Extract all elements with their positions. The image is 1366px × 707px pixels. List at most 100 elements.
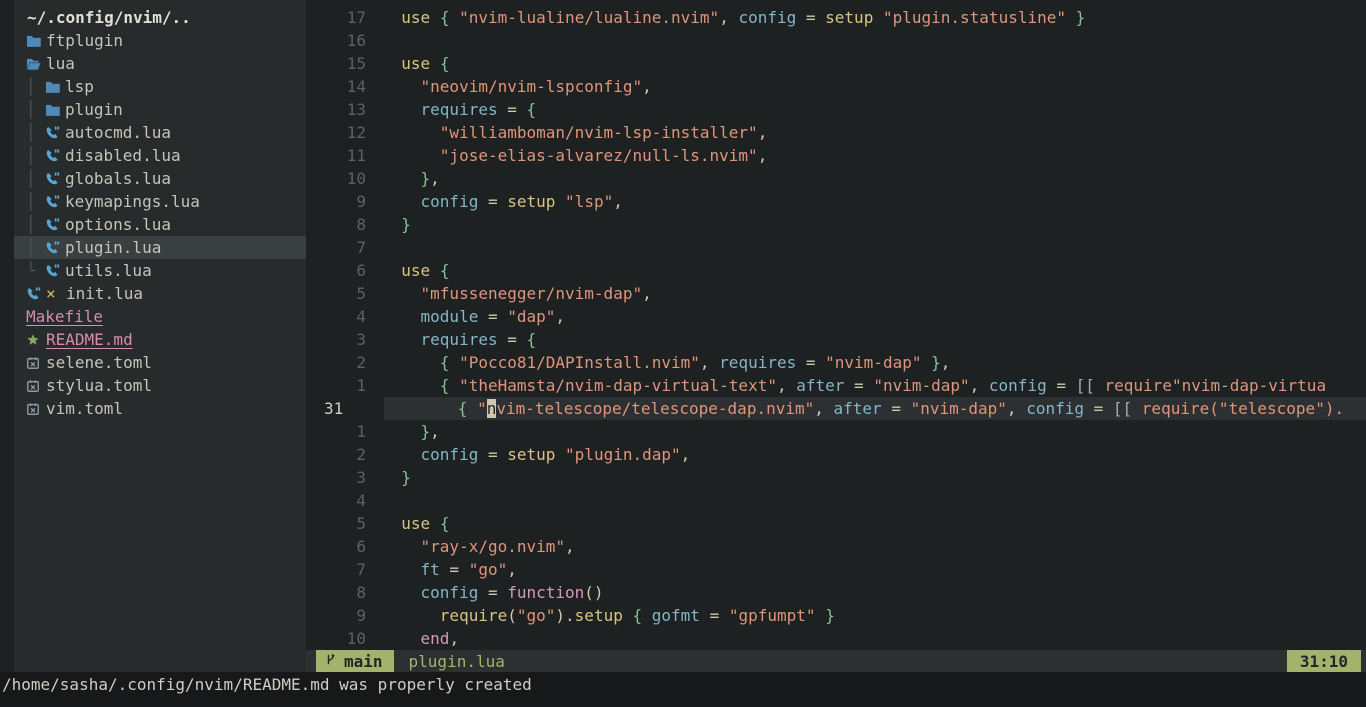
code-line[interactable]: 1 { "theHamsta/nvim-dap-virtual-text", a… bbox=[306, 374, 1366, 397]
sidebar-item-keymapings-lua[interactable]: │keymapings.lua bbox=[14, 190, 306, 213]
sidebar-item-ftplugin[interactable]: ftplugin bbox=[14, 29, 306, 52]
lua-file-icon bbox=[45, 240, 65, 255]
sidebar-item-lua[interactable]: lua bbox=[14, 52, 306, 75]
sidebar-item-lsp[interactable]: │ lsp bbox=[14, 75, 306, 98]
tree-guide: │ bbox=[26, 144, 45, 167]
code-line[interactable]: 16 bbox=[306, 29, 1366, 52]
code-line[interactable]: 6 "ray-x/go.nvim", bbox=[306, 535, 1366, 558]
sidebar-item-globals-lua[interactable]: │ globals.lua bbox=[14, 167, 306, 190]
code-line[interactable]: 8 } bbox=[306, 213, 1366, 236]
sidebar-item-makefile[interactable]: Makefile bbox=[14, 305, 306, 328]
sidebar-item-options-lua[interactable]: │options.lua bbox=[14, 213, 306, 236]
line-text: ft = "go", bbox=[366, 558, 1366, 581]
sidebar-item-label: README.md bbox=[46, 328, 133, 351]
file-marker: × bbox=[46, 282, 66, 305]
sidebar-item-stylua-toml[interactable]: stylua.toml bbox=[14, 374, 306, 397]
lua-file-icon bbox=[45, 194, 65, 209]
line-number: 17 bbox=[306, 6, 366, 29]
line-text bbox=[366, 236, 1366, 259]
sidebar-item-vim-toml[interactable]: vim.toml bbox=[14, 397, 306, 420]
code-line[interactable]: 15 use { bbox=[306, 52, 1366, 75]
line-number: 3 bbox=[306, 328, 366, 351]
code-line[interactable]: 7 bbox=[306, 236, 1366, 259]
code-line[interactable]: 10 end, bbox=[306, 627, 1366, 650]
code-line[interactable]: 3 requires = { bbox=[306, 328, 1366, 351]
sidebar-item-plugin-lua[interactable]: │ plugin.lua bbox=[14, 236, 306, 259]
sidebar-item-disabled-lua[interactable]: │disabled.lua bbox=[14, 144, 306, 167]
sidebar-item-utils-lua[interactable]: └ utils.lua bbox=[14, 259, 306, 282]
code-line[interactable]: 2 config = setup "plugin.dap", bbox=[306, 443, 1366, 466]
code-line[interactable]: 31 { "nvim-telescope/telescope-dap.nvim"… bbox=[306, 397, 1366, 420]
sidebar-item-label: utils.lua bbox=[65, 259, 152, 282]
sidebar-item-label: globals.lua bbox=[65, 167, 171, 190]
code-line[interactable]: 17 use { "nvim-lualine/lualine.nvim", co… bbox=[306, 6, 1366, 29]
line-number: 13 bbox=[306, 98, 366, 121]
tree-guide: │ bbox=[26, 121, 45, 144]
line-text: { "theHamsta/nvim-dap-virtual-text", aft… bbox=[366, 374, 1366, 397]
code-line[interactable]: 12 "williamboman/nvim-lsp-installer", bbox=[306, 121, 1366, 144]
sidebar-item-label: ftplugin bbox=[46, 29, 123, 52]
code-line[interactable]: 8 config = function() bbox=[306, 581, 1366, 604]
line-number: 2 bbox=[306, 443, 366, 466]
line-text: "mfussenegger/nvim-dap", bbox=[366, 282, 1366, 305]
line-text bbox=[366, 489, 1366, 512]
file-tree: ~/.config/nvim/.. ftpluginlua│lsp│plugin… bbox=[14, 0, 306, 672]
line-number: 14 bbox=[306, 75, 366, 98]
line-text: "neovim/nvim-lspconfig", bbox=[366, 75, 1366, 98]
tree-guide: │ bbox=[26, 167, 45, 190]
sidebar-item-selene-toml[interactable]: selene.toml bbox=[14, 351, 306, 374]
code-line[interactable]: 10 }, bbox=[306, 167, 1366, 190]
sidebar-item-plugin[interactable]: │plugin bbox=[14, 98, 306, 121]
line-text: "ray-x/go.nvim", bbox=[366, 535, 1366, 558]
tree-guide: └ bbox=[26, 259, 45, 282]
code-line[interactable]: 4 module = "dap", bbox=[306, 305, 1366, 328]
line-text: end, bbox=[366, 627, 1366, 650]
sidebar-item-label: keymapings.lua bbox=[65, 190, 200, 213]
lua-file-icon bbox=[45, 125, 65, 140]
line-number: 8 bbox=[306, 213, 366, 236]
line-number: 1 bbox=[306, 374, 366, 397]
git-branch-icon bbox=[324, 652, 337, 671]
line-number: 1 bbox=[306, 420, 366, 443]
code-line[interactable]: 11 "jose-elias-alvarez/null-ls.nvim", bbox=[306, 144, 1366, 167]
sidebar-item-label: lsp bbox=[65, 75, 94, 98]
code-line[interactable]: 9 require("go").setup { gofmt = "gpfumpt… bbox=[306, 604, 1366, 627]
lua-file-icon bbox=[45, 217, 65, 232]
line-text: module = "dap", bbox=[366, 305, 1366, 328]
code-line[interactable]: 1 }, bbox=[306, 420, 1366, 443]
line-text: config = setup "plugin.dap", bbox=[366, 443, 1366, 466]
line-text: requires = { bbox=[366, 328, 1366, 351]
tree-guide: │ bbox=[26, 236, 45, 259]
statusline-filename: plugin.lua bbox=[409, 652, 505, 671]
code-line[interactable]: 6 use { bbox=[306, 259, 1366, 282]
folder-closed-icon bbox=[45, 103, 65, 117]
cursor-position: 31:10 bbox=[1287, 650, 1361, 672]
sidebar-item-init-lua[interactable]: ×init.lua bbox=[14, 282, 306, 305]
code-line[interactable]: 5 use { bbox=[306, 512, 1366, 535]
nvim-window: ~/.config/nvim/.. ftpluginlua│lsp│plugin… bbox=[0, 0, 1366, 707]
sidebar-item-label: selene.toml bbox=[46, 351, 152, 374]
code-line[interactable]: 4 bbox=[306, 489, 1366, 512]
tree-guide: │ bbox=[26, 75, 45, 98]
git-branch-chip: main bbox=[316, 650, 394, 672]
code-line[interactable]: 9 config = setup "lsp", bbox=[306, 190, 1366, 213]
code-line[interactable]: 13 requires = { bbox=[306, 98, 1366, 121]
line-text: }, bbox=[366, 420, 1366, 443]
tree-root-path[interactable]: ~/.config/nvim/.. bbox=[14, 6, 306, 29]
sidebar-item-readme-md[interactable]: README.md bbox=[14, 328, 306, 351]
line-text: { "nvim-telescope/telescope-dap.nvim", a… bbox=[384, 397, 1366, 420]
sidebar-item-label: plugin.lua bbox=[65, 236, 161, 259]
line-text: use { bbox=[366, 52, 1366, 75]
star-icon bbox=[26, 333, 46, 347]
toml-file-icon bbox=[26, 356, 46, 370]
line-number: 6 bbox=[306, 259, 366, 282]
code-line[interactable]: 14 "neovim/nvim-lspconfig", bbox=[306, 75, 1366, 98]
git-branch-label: main bbox=[344, 652, 383, 671]
editor[interactable]: 17 use { "nvim-lualine/lualine.nvim", co… bbox=[306, 0, 1366, 650]
sidebar-item-autocmd-lua[interactable]: │autocmd.lua bbox=[14, 121, 306, 144]
line-number: 10 bbox=[306, 627, 366, 650]
code-line[interactable]: 2 { "Pocco81/DAPInstall.nvim", requires … bbox=[306, 351, 1366, 374]
code-line[interactable]: 3 } bbox=[306, 466, 1366, 489]
code-line[interactable]: 7 ft = "go", bbox=[306, 558, 1366, 581]
code-line[interactable]: 5 "mfussenegger/nvim-dap", bbox=[306, 282, 1366, 305]
